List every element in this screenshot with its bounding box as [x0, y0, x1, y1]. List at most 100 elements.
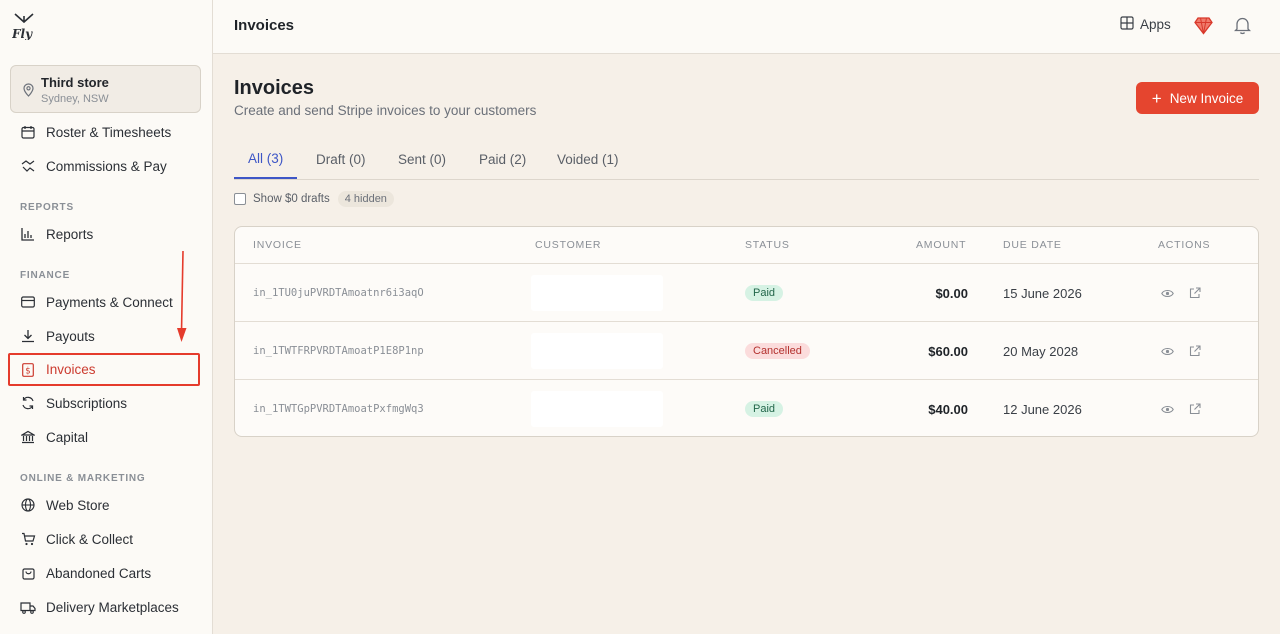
sidebar-item-payments[interactable]: Payments & Connect — [8, 286, 200, 318]
grid-icon — [1120, 16, 1134, 33]
amount-cell: $0.00 — [935, 285, 968, 301]
dollar-doc-icon: $ — [20, 362, 36, 378]
hidden-count-badge: 4 hidden — [337, 191, 394, 207]
view-icon[interactable] — [1161, 380, 1174, 436]
sidebar-item-label: Subscriptions — [46, 395, 128, 411]
drafts-filter: Show $0 drafts 4 hidden — [234, 191, 394, 207]
status-badge: Paid — [745, 401, 784, 417]
amount-cell: $40.00 — [928, 401, 968, 417]
invoice-id[interactable]: in_1TWTFRPVRDTAmoatP1E8P1np — [253, 322, 424, 380]
sidebar-item-label: Web Store — [46, 497, 110, 513]
view-icon[interactable] — [1161, 264, 1174, 322]
sidebar-item-label: Click & Collect — [46, 531, 134, 547]
truck-icon — [20, 599, 36, 615]
location-pin-icon — [23, 83, 34, 102]
sidebar-item-roster[interactable]: Roster & Timesheets — [8, 116, 200, 148]
sidebar-item-abandoned-carts[interactable]: Abandoned Carts — [8, 557, 200, 589]
tab-draft[interactable]: Draft (0) — [302, 140, 380, 179]
bank-icon — [20, 429, 36, 445]
cart-icon — [20, 531, 36, 547]
show-drafts-label[interactable]: Show $0 drafts — [253, 193, 330, 205]
download-icon — [20, 328, 36, 344]
bag-icon — [20, 565, 36, 581]
new-invoice-label: New Invoice — [1169, 90, 1244, 106]
sidebar-item-capital[interactable]: Capital — [8, 421, 200, 453]
plus-icon: + — [1151, 88, 1162, 108]
column-header-actions: ACTIONS — [1158, 239, 1211, 251]
section-label-online: ONLINE & MARKETING — [20, 473, 146, 484]
customer-cell — [531, 391, 663, 427]
store-name: Third store — [41, 75, 109, 90]
logo-text: Fly — [12, 27, 33, 40]
sidebar-item-web-store[interactable]: Web Store — [8, 489, 200, 521]
section-label-finance: FINANCE — [20, 270, 71, 281]
gem-icon[interactable] — [1194, 16, 1213, 40]
table-row[interactable]: in_1TWTGpPVRDTAmoatPxfmgWq3 Paid $40.00 … — [235, 380, 1258, 436]
sidebar-item-label: Payouts — [46, 328, 95, 344]
invoices-table: INVOICE CUSTOMER STATUS AMOUNT DUE DATE … — [234, 226, 1259, 437]
due-date-cell: 15 June 2026 — [1003, 285, 1082, 301]
sidebar-item-click-collect[interactable]: Click & Collect — [8, 523, 200, 555]
open-external-icon[interactable] — [1189, 380, 1201, 436]
new-invoice-button[interactable]: + New Invoice — [1136, 82, 1259, 114]
svg-text:$: $ — [25, 366, 30, 376]
open-external-icon[interactable] — [1189, 264, 1201, 322]
table-row[interactable]: in_1TWTFRPVRDTAmoatP1E8P1np Cancelled $6… — [235, 322, 1258, 380]
status-badge: Paid — [745, 285, 784, 301]
invoice-id[interactable]: in_1TU0juPVRDTAmoatnr6i3aqO — [253, 264, 424, 322]
invoice-tabs: All (3) Draft (0) Sent (0) Paid (2) Void… — [234, 140, 1259, 180]
refresh-icon — [20, 395, 36, 411]
store-location: Sydney, NSW — [41, 93, 109, 105]
calendar-icon — [20, 124, 36, 140]
tab-all[interactable]: All (3) — [234, 140, 298, 179]
topbar-title: Invoices — [234, 17, 295, 34]
globe-icon — [20, 497, 36, 513]
tab-paid[interactable]: Paid (2) — [465, 140, 540, 179]
status-badge: Cancelled — [745, 343, 810, 359]
column-header-customer: CUSTOMER — [535, 239, 602, 251]
sidebar-item-label: Abandoned Carts — [46, 565, 152, 581]
sidebar-item-label: Roster & Timesheets — [46, 124, 172, 140]
sidebar-item-commissions[interactable]: Commissions & Pay — [8, 150, 200, 182]
view-icon[interactable] — [1161, 322, 1174, 380]
sidebar-item-label: Capital — [46, 429, 89, 445]
tab-sent[interactable]: Sent (0) — [384, 140, 460, 179]
sidebar-item-label: Commissions & Pay — [46, 158, 167, 174]
column-header-status: STATUS — [745, 239, 790, 251]
section-label-reports: REPORTS — [20, 202, 74, 213]
sidebar-item-invoices[interactable]: $ Invoices — [8, 353, 200, 386]
table-row[interactable]: in_1TU0juPVRDTAmoatnr6i3aqO Paid $0.00 1… — [235, 264, 1258, 322]
open-external-icon[interactable] — [1189, 322, 1201, 380]
apps-button[interactable]: Apps — [1120, 16, 1171, 33]
sidebar-item-delivery[interactable]: Delivery Marketplaces — [8, 591, 200, 623]
sidebar-item-reports[interactable]: Reports — [8, 218, 200, 250]
sidebar-item-subscriptions[interactable]: Subscriptions — [8, 387, 200, 419]
sidebar-item-label: Invoices — [46, 362, 96, 377]
column-header-invoice: INVOICE — [253, 239, 302, 251]
column-header-amount: AMOUNT — [916, 239, 967, 251]
sidebar-item-label: Delivery Marketplaces — [46, 599, 179, 615]
show-drafts-checkbox[interactable] — [234, 193, 246, 205]
page-subtitle: Create and send Stripe invoices to your … — [234, 103, 537, 118]
tab-voided[interactable]: Voided (1) — [543, 140, 633, 179]
handshake-icon — [20, 158, 36, 174]
sidebar-item-payouts[interactable]: Payouts — [8, 320, 200, 352]
due-date-cell: 20 May 2028 — [1003, 343, 1079, 359]
customer-cell — [531, 275, 663, 311]
column-header-due-date: DUE DATE — [1003, 239, 1062, 251]
bar-chart-icon — [20, 226, 36, 242]
store-selector[interactable]: Third store Sydney, NSW — [10, 65, 201, 113]
sidebar-item-label: Reports — [46, 226, 94, 242]
annotation-arrow-icon — [177, 250, 187, 342]
page-title: Invoices — [234, 77, 315, 99]
amount-cell: $60.00 — [928, 343, 968, 359]
bell-icon[interactable] — [1233, 16, 1252, 40]
topbar: Invoices Apps — [213, 0, 1280, 54]
sidebar: Fly Third store Sydney, NSW Roster & Tim… — [0, 0, 213, 634]
credit-card-icon — [20, 294, 36, 310]
apps-label: Apps — [1140, 17, 1171, 32]
fly-logo[interactable]: Fly — [12, 12, 36, 40]
customer-cell — [531, 333, 663, 369]
invoice-id[interactable]: in_1TWTGpPVRDTAmoatPxfmgWq3 — [253, 380, 424, 436]
due-date-cell: 12 June 2026 — [1003, 401, 1082, 417]
